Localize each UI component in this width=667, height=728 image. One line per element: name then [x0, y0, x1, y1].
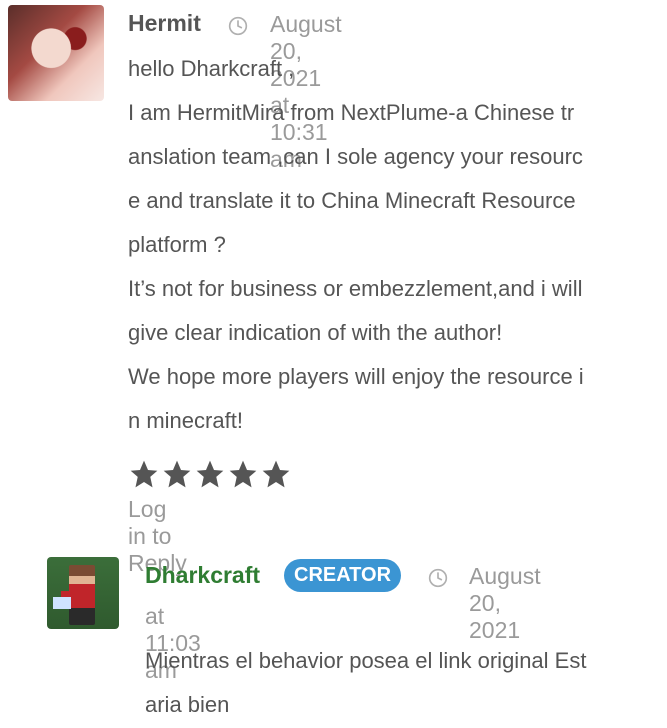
comment-text-line: e and translate it to China Minecraft Re… [128, 188, 576, 213]
star-icon [163, 460, 191, 488]
comment-date[interactable]: August 20, 2021 [469, 563, 541, 644]
comment-text-line: give clear indication of with the author… [128, 320, 503, 345]
comment-text-line: Mientras el behavior posea el link origi… [145, 648, 587, 673]
clock-icon [228, 16, 248, 36]
comment-author[interactable]: Dharkcraft [145, 562, 260, 589]
creator-badge: CREATOR [284, 559, 402, 592]
star-icon [196, 460, 224, 488]
avatar[interactable] [8, 5, 104, 101]
comment-text-line: n minecraft! [128, 408, 243, 433]
comment-text-line: aria bien [145, 692, 230, 717]
star-icon [262, 460, 290, 488]
star-icon [130, 460, 158, 488]
comment-text-line: It’s not for business or embezzlement,an… [128, 276, 583, 301]
comment-text-line: I am HermitMira from NextPlume-a Chinese… [128, 100, 575, 125]
clock-icon [428, 568, 448, 588]
comment-text-line: platform ? [128, 232, 226, 257]
comment-text-line: hello Dharkcraft , [128, 56, 295, 81]
comment-text-line: anslation team ,can I sole agency your r… [128, 144, 583, 169]
avatar[interactable] [47, 557, 119, 629]
star-icon [229, 460, 257, 488]
avatar-paper [53, 597, 71, 609]
comment-text-line: We hope more players will enjoy the reso… [128, 364, 584, 389]
comment-author[interactable]: Hermit [128, 10, 201, 37]
rating-stars [128, 458, 292, 490]
